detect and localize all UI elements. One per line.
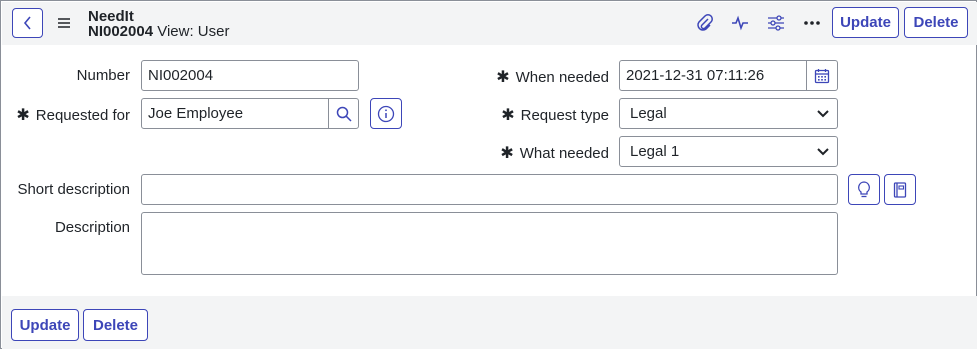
when-needed-label: ✱ When needed: [496, 69, 609, 86]
description-field[interactable]: [141, 212, 838, 275]
calendar-icon: [814, 68, 830, 83]
attachment-icon: [697, 14, 713, 31]
book-icon: [893, 181, 907, 198]
number-field[interactable]: NI002004: [141, 60, 359, 91]
footer-delete-button[interactable]: Delete: [83, 309, 148, 341]
requested-for-label: ✱ Requested for: [16, 107, 130, 124]
form-footer: Update Delete: [2, 296, 977, 349]
knowledge-button[interactable]: [884, 174, 916, 205]
more-icon: [804, 21, 820, 25]
personalize-button[interactable]: [765, 12, 787, 34]
back-button[interactable]: [12, 8, 43, 38]
info-icon: [377, 105, 395, 122]
date-picker-button[interactable]: [806, 60, 838, 91]
short-description-field[interactable]: [141, 174, 838, 205]
menu-button[interactable]: [54, 13, 74, 33]
settings-icon: [768, 15, 784, 31]
suggestion-button[interactable]: [848, 174, 880, 205]
more-actions-button[interactable]: [801, 12, 823, 34]
what-needed-label: ✱ What needed: [500, 145, 609, 162]
footer-update-button[interactable]: Update: [11, 309, 79, 341]
record-window: NeedIt NI002004 View: User Update Delete…: [0, 0, 977, 349]
requested-for-lookup-button[interactable]: [328, 98, 359, 129]
activity-button[interactable]: [729, 12, 751, 34]
activity-icon: [732, 15, 748, 31]
description-label: Description: [54, 219, 130, 236]
record-title: NI002004 View: User: [88, 23, 229, 40]
short-description-label: Short description: [17, 181, 130, 198]
attachment-button[interactable]: [694, 12, 716, 34]
menu-icon: [58, 18, 70, 28]
back-icon: [23, 16, 31, 30]
info-button[interactable]: [370, 98, 402, 129]
chevron-down-icon: [817, 147, 829, 155]
update-button[interactable]: Update: [832, 7, 899, 38]
request-type-select[interactable]: Legal: [619, 98, 838, 129]
required-marker: ✱: [16, 107, 30, 124]
what-needed-select[interactable]: Legal 1: [619, 136, 838, 167]
record-number: NI002004: [88, 23, 154, 40]
delete-button[interactable]: Delete: [904, 7, 968, 38]
number-label: Number: [76, 67, 130, 84]
lightbulb-icon: [858, 180, 870, 197]
request-type-label: ✱ Request type: [501, 107, 609, 124]
search-icon: [336, 106, 352, 122]
form-header: NeedIt NI002004 View: User Update Delete: [2, 2, 977, 45]
when-needed-field[interactable]: 2021-12-31 07:11:26: [619, 60, 807, 91]
view-label: View: User: [157, 23, 230, 40]
requested-for-field[interactable]: Joe Employee: [141, 98, 329, 129]
chevron-down-icon: [817, 109, 829, 117]
